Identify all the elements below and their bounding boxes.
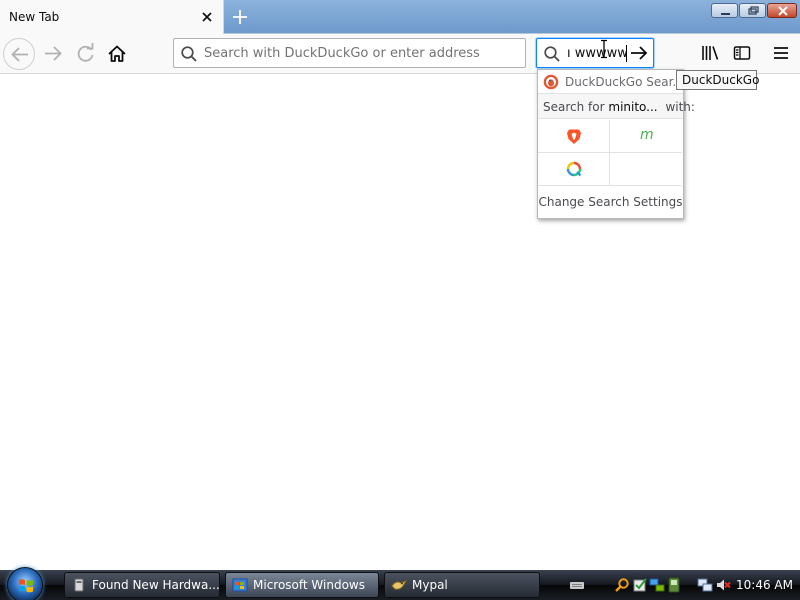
change-search-settings-button[interactable]: Change Search Settings [538,187,683,218]
window-close-button[interactable] [767,3,797,18]
taskbar-item-label: Found New Hardwa... [92,578,220,592]
mypal-icon [391,577,408,593]
header-prefix: Search for [543,100,605,114]
text-caret [626,45,627,62]
search-popup: DuckDuckGo Sear... Search for minito... … [537,69,695,219]
new-tab-icon[interactable] [228,6,252,28]
navigation-toolbar: ı wwwww [0,34,800,74]
clock[interactable]: 10:46 AM [736,578,793,592]
engine-button-m[interactable]: m [610,120,682,153]
taskbar-item-mypal[interactable]: Mypal [384,572,540,598]
windows-logo-icon [19,579,33,593]
reload-button[interactable] [70,38,102,70]
network-devices-icon[interactable] [649,577,665,593]
forward-button[interactable] [38,38,70,70]
forward-arrow-icon [45,46,62,61]
device-manager-icon[interactable] [666,577,682,593]
address-input[interactable] [204,44,520,62]
brave-icon [567,129,581,144]
duckduckgo-icon [543,74,559,90]
sidebar-icon[interactable] [732,43,752,63]
home-icon [108,45,126,62]
text-cursor-icon [599,39,609,59]
restore-button[interactable] [739,3,766,18]
network-icon[interactable] [697,577,713,593]
start-button[interactable] [7,567,43,600]
header-suffix: with: [665,100,695,114]
header-term: minito... [608,100,658,114]
back-arrow-icon [11,47,28,62]
home-button[interactable] [101,38,133,70]
volume-muted-icon[interactable] [715,577,731,593]
security-check-icon[interactable] [632,577,648,593]
hamburger-menu-icon[interactable] [771,43,791,63]
tab-title: New Tab [9,10,60,24]
tab-new-tab[interactable]: New Tab [0,0,224,34]
library-icon[interactable] [700,43,720,63]
keyboard-icon[interactable] [569,577,585,593]
taskbar-item-microsoft-windows[interactable]: Microsoft Windows [225,572,379,598]
system-tray: 10:46 AM [560,570,800,600]
go-arrow-icon[interactable] [629,44,649,62]
engine-button-brave[interactable] [538,120,610,153]
back-button[interactable] [3,38,35,70]
minimize-button[interactable] [711,3,738,18]
tab-strip: New Tab [0,0,800,34]
search-for-header: Search for minito... with: [538,94,695,119]
search-input-value[interactable]: ı wwwww [567,46,627,61]
current-engine-row[interactable]: DuckDuckGo Sear... [538,70,684,94]
search-icon [543,45,561,63]
close-tab-icon[interactable] [199,9,215,25]
search-tooltip: DuckDuckGo [676,70,759,90]
taskbar-item-label: Mypal [412,578,448,592]
engine-button-qwant[interactable] [538,153,610,186]
search-bar[interactable]: ı wwwww [536,38,654,68]
engine-label: DuckDuckGo Sear... [565,75,684,89]
taskbar-item-label: Microsoft Windows [253,578,365,592]
address-bar[interactable] [173,38,526,68]
m-icon: m [640,127,654,143]
engine-button-empty [610,153,682,186]
taskbar-item-hardware[interactable]: Found New Hardwa... [64,572,220,598]
search-icon [180,45,198,63]
hardware-wizard-icon [71,577,87,593]
qwant-icon [566,161,582,177]
taskbar: Found New Hardwa... Microsoft Windows My… [0,567,800,600]
reload-icon [77,43,94,62]
magnifier-icon[interactable] [614,577,630,593]
windows-security-icon [232,577,248,593]
